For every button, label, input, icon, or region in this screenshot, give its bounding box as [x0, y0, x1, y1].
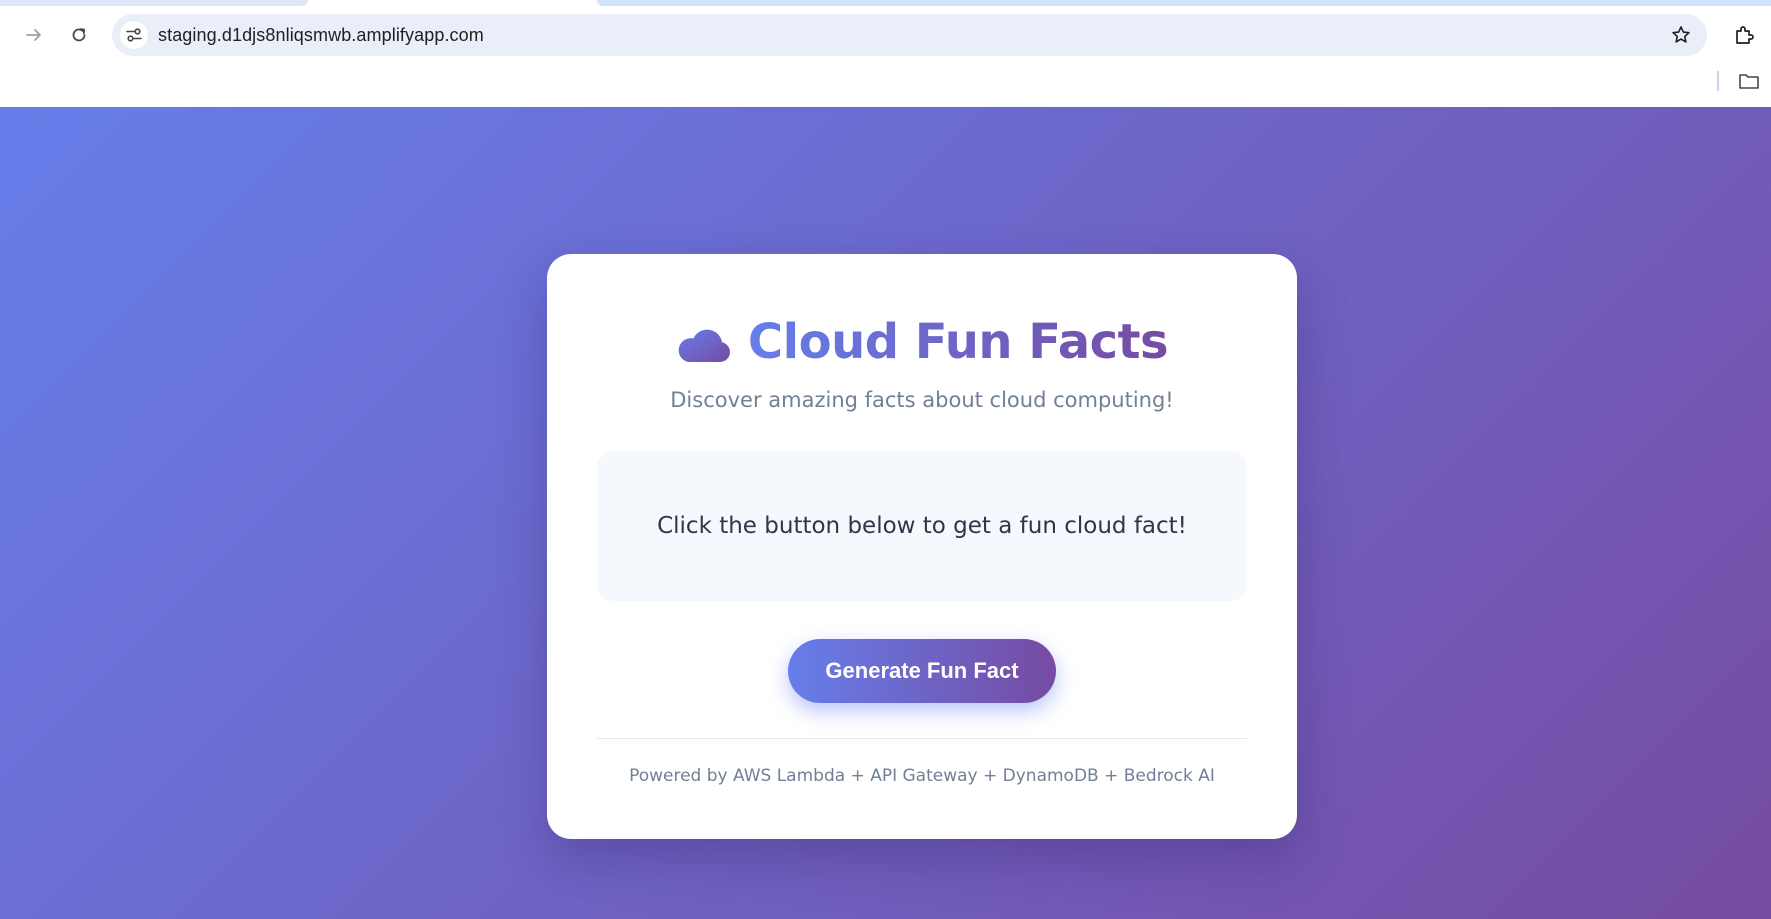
page-background: Cloud Fun Facts Discover amazing facts a… [0, 107, 1771, 919]
page-subtitle: Discover amazing facts about cloud compu… [670, 388, 1174, 412]
folder-icon [1739, 74, 1759, 89]
page-title: Cloud Fun Facts [747, 314, 1169, 370]
tune-icon [126, 28, 142, 42]
fact-display-box: Click the button below to get a fun clou… [597, 451, 1247, 601]
cloud-icon [678, 329, 730, 362]
generate-fun-fact-button[interactable]: Generate Fun Fact [788, 639, 1056, 703]
footer-divider [597, 738, 1247, 739]
address-bar[interactable]: staging.d1djs8nliqsmwb.amplifyapp.com [112, 14, 1707, 56]
arrow-forward-icon [26, 29, 41, 41]
fact-text: Click the button below to get a fun clou… [657, 513, 1187, 539]
url-text[interactable]: staging.d1djs8nliqsmwb.amplifyapp.com [158, 25, 484, 46]
site-info-button[interactable] [120, 21, 148, 49]
title-row: Cloud Fun Facts [547, 310, 1297, 374]
reload-button[interactable] [62, 18, 96, 52]
reload-icon [72, 28, 86, 42]
bookmark-star-button[interactable] [1669, 23, 1693, 47]
puzzle-icon [1736, 26, 1754, 44]
footer-credits: Powered by AWS Lambda + API Gateway + Dy… [629, 766, 1215, 786]
browser-chrome: staging.d1djs8nliqsmwb.amplifyapp.com [0, 0, 1771, 107]
star-icon [1672, 26, 1690, 43]
bookmark-bar-divider [1717, 71, 1719, 91]
forward-button[interactable] [17, 18, 51, 52]
extensions-button[interactable] [1727, 18, 1761, 52]
tab-strip-left [0, 0, 308, 6]
bookmarks-folder-button[interactable] [1736, 70, 1762, 92]
fun-fact-card: Cloud Fun Facts Discover amazing facts a… [547, 254, 1297, 839]
tab-strip-right [597, 0, 1771, 6]
